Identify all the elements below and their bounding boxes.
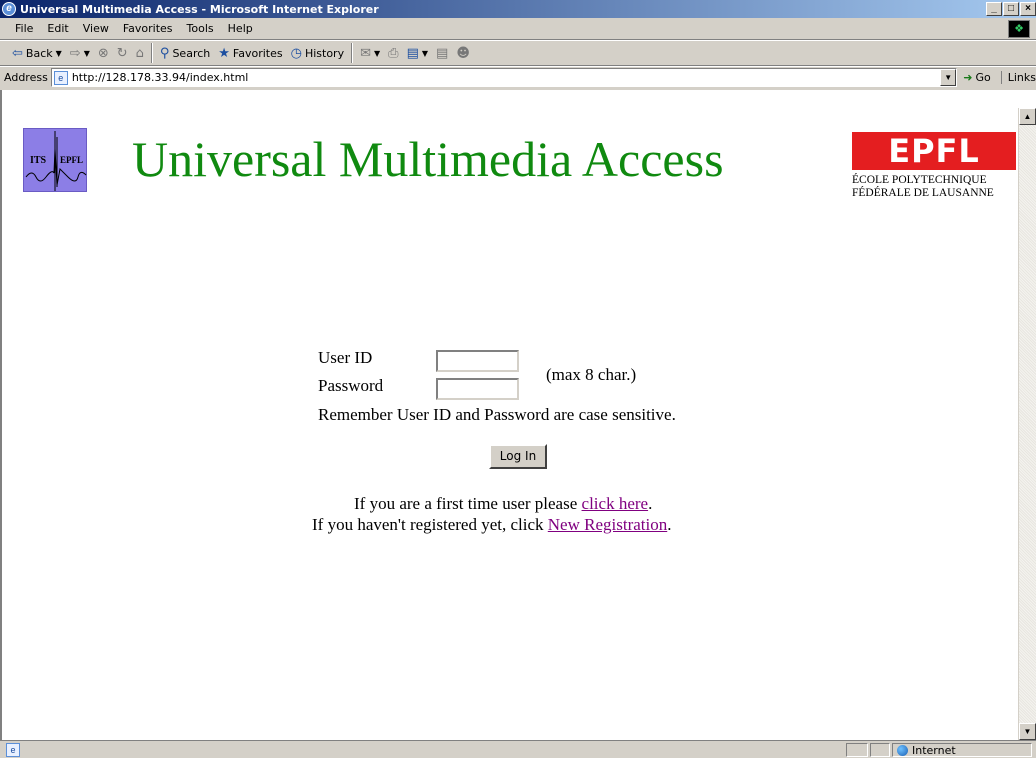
- forward-arrow-icon: ⇨: [69, 45, 81, 61]
- registration-text: If you haven't registered yet, click: [312, 515, 548, 534]
- refresh-icon: ↻: [116, 45, 128, 61]
- minimize-button[interactable]: _: [986, 2, 1002, 16]
- back-button[interactable]: ⇦ Back ▼: [8, 46, 66, 61]
- window-titlebar[interactable]: e Universal Multimedia Access - Microsof…: [0, 0, 1036, 18]
- window-title: Universal Multimedia Access - Microsoft …: [20, 2, 379, 16]
- discuss-button[interactable]: ▤: [432, 46, 452, 61]
- go-label: Go: [975, 71, 991, 84]
- security-zone-label: Internet: [912, 743, 956, 757]
- history-label: History: [304, 46, 345, 60]
- user-id-label: User ID: [318, 348, 373, 367]
- epfl-logo: EPFL ÉCOLE POLYTECHNIQUE FÉDÉRALE DE LAU…: [852, 132, 1016, 202]
- globe-icon: [897, 744, 908, 756]
- mail-icon: ✉: [360, 45, 371, 61]
- links-button[interactable]: Links: [1000, 71, 1036, 84]
- favorites-folder-icon: ★: [218, 45, 230, 61]
- its-logo-text: ITS: [30, 155, 47, 166]
- messenger-button[interactable]: ☻: [452, 46, 474, 61]
- back-label: Back: [25, 46, 53, 60]
- word-edit-icon: ▤: [406, 45, 419, 61]
- stop-button[interactable]: ⊗: [94, 46, 113, 61]
- history-button[interactable]: ◷ History: [287, 46, 348, 61]
- refresh-button[interactable]: ↻: [113, 46, 132, 61]
- security-zone: Internet: [892, 743, 1032, 757]
- menu-view[interactable]: View: [76, 22, 116, 35]
- toolbar-separator: [150, 43, 153, 63]
- search-button[interactable]: ⚲ Search: [156, 46, 214, 61]
- go-button[interactable]: ➜ Go: [963, 71, 990, 84]
- vertical-scrollbar[interactable]: ▲ ▼: [1018, 108, 1036, 740]
- password-input[interactable]: [436, 378, 519, 400]
- max-length-hint: (max 8 char.): [546, 365, 637, 384]
- menu-file[interactable]: File: [8, 22, 40, 35]
- epfl-logo-line-2: FÉDÉRALE DE LAUSANNE: [852, 187, 994, 199]
- address-label: Address: [4, 71, 48, 84]
- chevron-down-icon: ▼: [374, 48, 381, 58]
- menu-edit[interactable]: Edit: [40, 22, 75, 35]
- log-in-button[interactable]: Log In: [489, 444, 547, 469]
- user-id-input[interactable]: [436, 350, 519, 372]
- go-arrow-icon: ➜: [963, 71, 973, 84]
- print-icon: ⎙: [388, 45, 399, 61]
- scroll-down-button[interactable]: ▼: [1019, 723, 1036, 740]
- viewport-top-edge: [0, 90, 1036, 108]
- menu-favorites[interactable]: Favorites: [116, 22, 180, 35]
- messenger-icon: ☻: [456, 45, 470, 61]
- status-panel: [846, 743, 868, 757]
- page-content: ITS EPFL Universal Multimedia Access EPF…: [8, 108, 1018, 740]
- viewport-left-edge: [0, 90, 8, 740]
- forward-button[interactable]: ⇨ ▼: [66, 46, 94, 61]
- epfl-logo-mark: EPFL: [852, 132, 1016, 170]
- new-registration-link[interactable]: New Registration: [548, 515, 667, 534]
- search-icon: ⚲: [159, 45, 170, 61]
- address-dropdown-button[interactable]: ▼: [940, 69, 957, 86]
- click-here-link[interactable]: click here: [582, 494, 649, 513]
- registration-line: If you haven't registered yet, click New…: [312, 515, 671, 535]
- first-time-text: If you are a first time user please: [354, 494, 582, 513]
- menu-help[interactable]: Help: [221, 22, 260, 35]
- chevron-down-icon: ▼: [83, 48, 90, 58]
- favorites-label: Favorites: [232, 46, 283, 60]
- home-button[interactable]: ⌂: [132, 46, 148, 61]
- chevron-down-icon: ▼: [421, 48, 429, 58]
- windows-logo-icon: ❖: [1008, 20, 1030, 38]
- maximize-button[interactable]: □: [1003, 2, 1019, 16]
- address-url: http://128.178.33.94/index.html: [71, 71, 249, 84]
- its-epfl-logo: ITS EPFL: [23, 128, 87, 192]
- registration-period: .: [667, 515, 672, 534]
- mail-button[interactable]: ✉ ▼: [356, 46, 384, 61]
- back-arrow-icon: ⇦: [12, 45, 23, 61]
- toolbar-separator: [351, 43, 354, 63]
- password-label: Password: [318, 376, 384, 395]
- epfl-small-logo-text: EPFL: [60, 155, 84, 165]
- menu-tools[interactable]: Tools: [180, 22, 221, 35]
- address-input[interactable]: e http://128.178.33.94/index.html ▼: [50, 68, 958, 87]
- window-controls: _ □ ×: [986, 2, 1036, 16]
- page-icon: e: [53, 70, 68, 85]
- standard-toolbar: ⇦ Back ▼ ⇨ ▼ ⊗ ↻ ⌂ ⚲ Search ★ Favorites …: [0, 40, 1036, 66]
- page-title: Universal Multimedia Access: [132, 131, 724, 187]
- close-button[interactable]: ×: [1020, 2, 1036, 16]
- home-icon: ⌂: [135, 45, 144, 61]
- scroll-up-button[interactable]: ▲: [1019, 108, 1036, 125]
- chevron-down-icon: ▼: [55, 48, 62, 58]
- stop-icon: ⊗: [97, 45, 109, 61]
- print-button[interactable]: ⎙: [384, 46, 402, 61]
- first-time-period: .: [648, 494, 653, 513]
- internet-explorer-icon: e: [2, 2, 16, 16]
- history-icon: ◷: [290, 45, 302, 61]
- discuss-icon: ▤: [436, 45, 449, 61]
- page-status-icon: e: [6, 742, 20, 757]
- search-label: Search: [172, 46, 211, 60]
- status-panel: [870, 743, 890, 757]
- menu-bar: File Edit View Favorites Tools Help ❖: [0, 18, 1036, 40]
- first-time-line: If you are a first time user please clic…: [354, 494, 652, 514]
- edit-button[interactable]: ▤ ▼: [403, 46, 432, 61]
- epfl-logo-line-1: ÉCOLE POLYTECHNIQUE: [852, 174, 987, 186]
- address-bar: Address e http://128.178.33.94/index.htm…: [0, 66, 1036, 88]
- status-bar: e Internet: [0, 740, 1036, 758]
- favorites-button[interactable]: ★ Favorites: [214, 46, 286, 61]
- case-sensitive-note: Remember User ID and Password are case s…: [318, 405, 676, 424]
